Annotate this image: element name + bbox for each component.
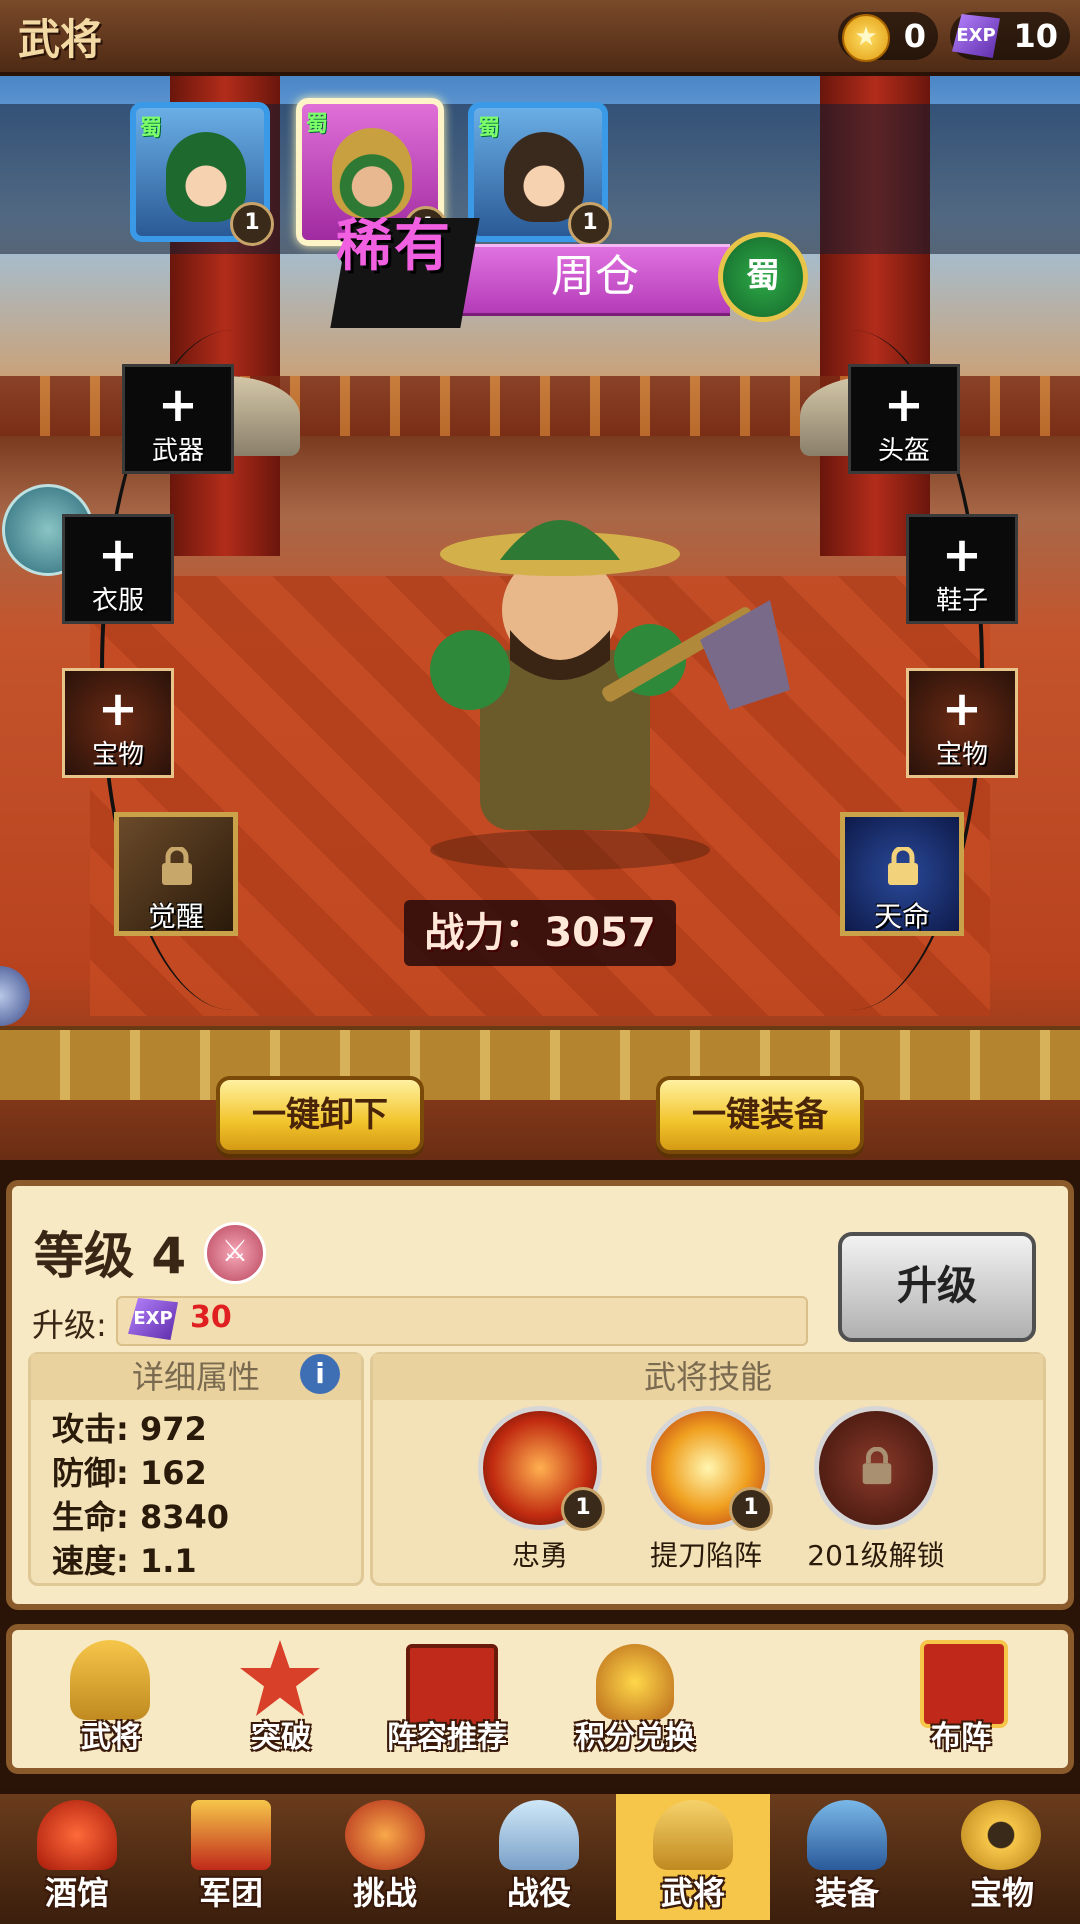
plus-icon: + bbox=[941, 527, 983, 583]
armor-icon bbox=[807, 1800, 887, 1870]
nav-label: 挑战 bbox=[352, 1874, 417, 1912]
nav-label: 宝物 bbox=[969, 1874, 1034, 1912]
helmet-icon bbox=[653, 1800, 733, 1870]
skill-name: 忠勇 bbox=[511, 1539, 568, 1572]
lock-icon bbox=[862, 1447, 892, 1485]
drum-icon bbox=[345, 1800, 425, 1870]
nav-legion[interactable]: 军团 bbox=[154, 1794, 308, 1920]
skills-title: 武将技能 bbox=[373, 1354, 1043, 1400]
defense-stat: 防御: 162 bbox=[52, 1454, 207, 1492]
slot-label: 头盔 bbox=[877, 436, 930, 466]
hero-name: 周仓 bbox=[551, 251, 639, 302]
upgrade-cost: 30 bbox=[190, 1300, 232, 1335]
faction-tag: 蜀 bbox=[478, 116, 501, 141]
slot-label: 觉醒 bbox=[147, 900, 204, 933]
quick-label: 布阵 bbox=[931, 1720, 991, 1755]
plus-icon: + bbox=[157, 377, 199, 433]
slot-label: 天命 bbox=[873, 900, 930, 933]
floor-border bbox=[0, 1026, 1080, 1100]
quick-label: 突破 bbox=[251, 1720, 311, 1755]
nav-label: 武将 bbox=[660, 1874, 725, 1912]
clothes-slot[interactable]: + 衣服 bbox=[62, 514, 174, 624]
faction-tag: 蜀 bbox=[140, 116, 163, 141]
treasure-ring-icon bbox=[961, 1800, 1041, 1870]
nav-heroes[interactable]: 武将 bbox=[616, 1794, 770, 1920]
slot-label: 武器 bbox=[151, 436, 204, 466]
info-icon[interactable]: i bbox=[300, 1354, 340, 1394]
exp-value: 10 bbox=[1013, 17, 1058, 55]
nav-label: 军团 bbox=[198, 1874, 263, 1912]
treasure-slot-right[interactable]: + 宝物 bbox=[906, 668, 1018, 778]
plus-icon: + bbox=[883, 377, 925, 433]
shoes-slot[interactable]: + 鞋子 bbox=[906, 514, 1018, 624]
level-badge: 1 bbox=[568, 202, 612, 246]
lock-icon bbox=[162, 847, 192, 885]
roster-hero-1[interactable]: 蜀 1 bbox=[130, 102, 274, 246]
star-icon bbox=[240, 1640, 320, 1716]
nav-treasure[interactable]: 宝物 bbox=[924, 1794, 1080, 1920]
plus-icon: + bbox=[97, 681, 139, 737]
skill-level-badge: 1 bbox=[729, 1487, 773, 1531]
roster-hero-3[interactable]: 蜀 1 bbox=[468, 102, 612, 246]
plus-icon: + bbox=[941, 681, 983, 737]
plus-icon: + bbox=[97, 527, 139, 583]
skill-name: 201级解锁 bbox=[807, 1539, 945, 1572]
hero-portrait-image bbox=[332, 128, 412, 218]
helmet-icon bbox=[70, 1640, 150, 1720]
helmet-slot[interactable]: + 头盔 bbox=[848, 364, 960, 474]
class-icon[interactable]: ⚔ bbox=[204, 1222, 266, 1284]
faction-tag: 蜀 bbox=[306, 112, 329, 137]
level-badge: 1 bbox=[230, 202, 274, 246]
health-stat: 生命: 8340 bbox=[52, 1498, 230, 1536]
combat-power: 战力：3057 bbox=[424, 910, 656, 956]
quick-label: 积分兑换 bbox=[575, 1720, 695, 1755]
legion-banner-icon bbox=[191, 1800, 271, 1870]
nav-equipment[interactable]: 装备 bbox=[770, 1794, 924, 1920]
page-title: 武将 bbox=[18, 15, 103, 64]
hero-portrait-image bbox=[166, 132, 246, 222]
wine-jar-icon bbox=[37, 1800, 117, 1870]
money-bag-icon bbox=[596, 1644, 674, 1720]
slot-label: 宝物 bbox=[91, 740, 144, 770]
nav-challenge[interactable]: 挑战 bbox=[308, 1794, 462, 1920]
quick-label: 武将 bbox=[81, 1720, 141, 1755]
slot-label: 宝物 bbox=[935, 740, 988, 770]
slot-label: 衣服 bbox=[91, 586, 144, 616]
faction-emblem: 蜀 bbox=[718, 232, 808, 322]
equip-all-button[interactable]: 一键装备 bbox=[656, 1076, 864, 1154]
quick-label: 阵容推荐 bbox=[387, 1720, 507, 1755]
awaken-slot[interactable]: 觉醒 bbox=[114, 812, 238, 936]
weapon-slot[interactable]: + 武器 bbox=[122, 364, 234, 474]
speed-stat: 速度: 1.1 bbox=[52, 1542, 197, 1580]
skill-name: 提刀陷阵 bbox=[649, 1539, 762, 1572]
attack-stat: 攻击: 972 bbox=[52, 1410, 207, 1448]
nav-label: 装备 bbox=[814, 1874, 879, 1912]
skill-locked-icon[interactable] bbox=[814, 1406, 938, 1530]
upgrade-button[interactable]: 升级 bbox=[838, 1232, 1036, 1342]
exp-counter[interactable]: EXP 10 bbox=[950, 12, 1070, 60]
hero-character[interactable] bbox=[400, 480, 800, 880]
nav-label: 战役 bbox=[506, 1874, 571, 1912]
gold-counter[interactable]: ★ 0 bbox=[838, 12, 938, 62]
sword-icon bbox=[499, 1800, 579, 1870]
exp-gem-icon: EXP bbox=[952, 14, 1000, 58]
skill-level-badge: 1 bbox=[561, 1487, 605, 1531]
destiny-slot[interactable]: 天命 bbox=[840, 812, 964, 936]
slot-label: 鞋子 bbox=[935, 586, 988, 616]
treasure-slot-left[interactable]: + 宝物 bbox=[62, 668, 174, 778]
star-coin-icon: ★ bbox=[842, 14, 890, 62]
nav-campaign[interactable]: 战役 bbox=[462, 1794, 616, 1920]
hero-level: 等级 4 bbox=[34, 1227, 187, 1285]
nav-tavern[interactable]: 酒馆 bbox=[0, 1794, 154, 1920]
skill-charge-icon[interactable]: 1 bbox=[646, 1406, 773, 1531]
upgrade-label: 升级: bbox=[32, 1306, 107, 1344]
lock-icon bbox=[888, 847, 918, 885]
hero-portrait-image bbox=[504, 132, 584, 222]
skill-loyal-icon[interactable]: 1 bbox=[478, 1406, 605, 1531]
unequip-all-button[interactable]: 一键卸下 bbox=[216, 1076, 424, 1154]
gold-value: 0 bbox=[903, 17, 926, 55]
nav-label: 酒馆 bbox=[44, 1874, 109, 1912]
